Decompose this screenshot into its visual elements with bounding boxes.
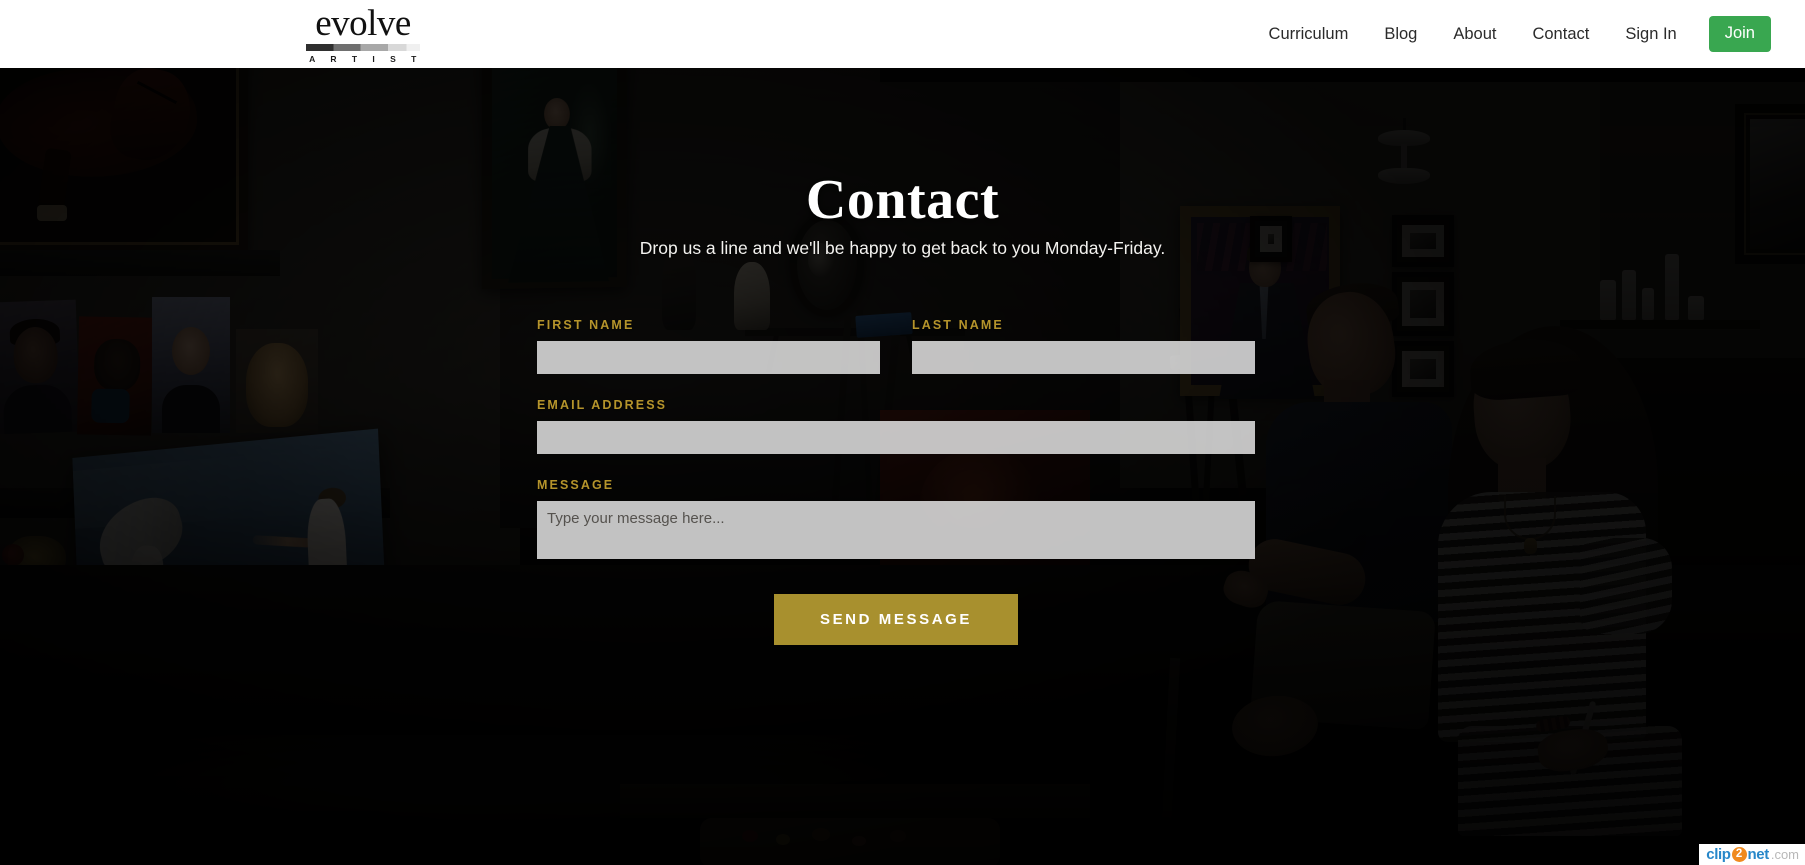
main-navigation: Curriculum Blog About Contact Sign In Jo…	[1251, 0, 1771, 68]
logo[interactable]: evolve A R T I S T	[303, 5, 423, 64]
name-row: FIRST NAME LAST NAME	[537, 318, 1255, 398]
message-label: MESSAGE	[537, 478, 615, 492]
logo-subtitle: A R T I S T	[309, 54, 423, 64]
nav-item-contact[interactable]: Contact	[1514, 0, 1607, 68]
logo-wordmark: evolve	[315, 3, 411, 44]
join-button[interactable]: Join	[1708, 16, 1771, 52]
nav-item-blog[interactable]: Blog	[1366, 0, 1435, 68]
page-subtitle: Drop us a line and we'll be happy to get…	[639, 238, 1166, 258]
send-message-button[interactable]: SEND MESSAGE	[773, 594, 1019, 645]
message-textarea[interactable]	[537, 501, 1255, 559]
email-input[interactable]	[537, 421, 1255, 454]
gradient-bar-icon	[306, 44, 420, 51]
message-field-group: MESSAGE	[537, 478, 1255, 564]
first-name-input[interactable]	[537, 341, 880, 374]
nav-item-about[interactable]: About	[1435, 0, 1514, 68]
hero-section: Contact Drop us a line and we'll be happ…	[0, 58, 1805, 865]
hero-content: Contact Drop us a line and we'll be happ…	[0, 58, 1805, 865]
watermark-clip-text: clip	[1706, 846, 1731, 863]
email-label: EMAIL ADDRESS	[537, 398, 668, 412]
contact-form: FIRST NAME LAST NAME EMAIL ADDRESS MESSA…	[537, 318, 1255, 645]
nav-item-sign-in[interactable]: Sign In	[1607, 0, 1694, 68]
first-name-field-group: FIRST NAME	[537, 318, 880, 374]
site-header: evolve A R T I S T Curriculum Blog About…	[0, 0, 1805, 68]
nav-item-curriculum[interactable]: Curriculum	[1251, 0, 1367, 68]
submit-row: SEND MESSAGE	[537, 594, 1255, 645]
first-name-label: FIRST NAME	[537, 318, 635, 332]
email-field-group: EMAIL ADDRESS	[537, 398, 1255, 454]
last-name-label: LAST NAME	[912, 318, 1004, 332]
last-name-input[interactable]	[912, 341, 1255, 374]
watermark-two-icon: 2	[1731, 847, 1747, 862]
watermark-com-text: .com	[1770, 847, 1799, 862]
watermark-net-text: net	[1747, 846, 1770, 863]
clip2net-watermark: clip 2 net .com	[1699, 844, 1805, 865]
last-name-field-group: LAST NAME	[912, 318, 1255, 374]
page-title: Contact	[805, 169, 1000, 231]
